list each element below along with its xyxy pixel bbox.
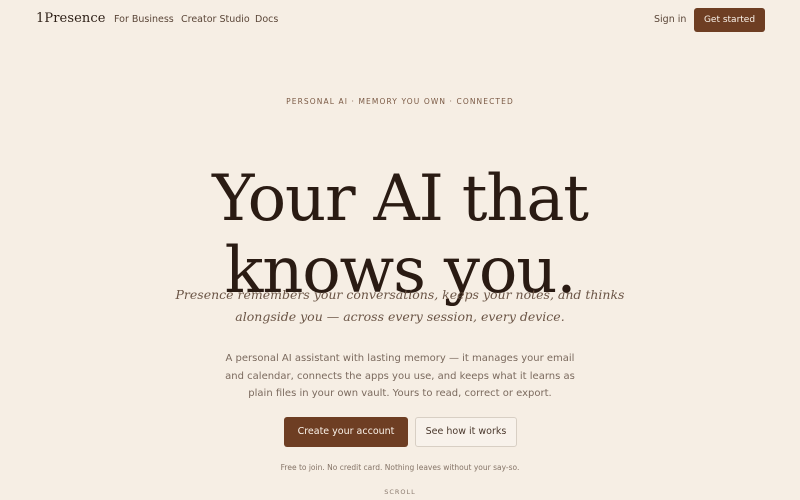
get-started-button[interactable]: Get started (694, 8, 765, 32)
hero-eyebrow: PERSONAL AI · MEMORY YOU OWN · CONNECTED (286, 97, 514, 106)
hero-headline-line-1: Your AI that (212, 161, 589, 236)
hero-subheadline: Presence remembers your conversations, k… (0, 284, 800, 328)
scroll-indicator[interactable]: SCROLL (0, 488, 800, 496)
hero-fineprint: Free to join. No credit card. Nothing le… (280, 463, 520, 472)
hero-subheadline-line-2: alongside you — across every session, ev… (235, 309, 565, 324)
hero-subheadline-line-1: Presence remembers your conversations, k… (175, 287, 625, 302)
brand-logo[interactable]: 1Presence (36, 11, 106, 26)
sign-in-link[interactable]: Sign in (654, 14, 686, 25)
nav-link-docs[interactable]: Docs (255, 14, 278, 25)
top-nav: 1Presence For Business Creator Studio Do… (0, 0, 800, 40)
create-account-button[interactable]: Create your account (284, 417, 408, 447)
hero-description: A personal AI assistant with lasting mem… (225, 353, 575, 399)
nav-link-for-business[interactable]: For Business (114, 14, 174, 25)
nav-link-creator-studio[interactable]: Creator Studio (181, 14, 250, 25)
see-how-it-works-button[interactable]: See how it works (415, 417, 517, 447)
